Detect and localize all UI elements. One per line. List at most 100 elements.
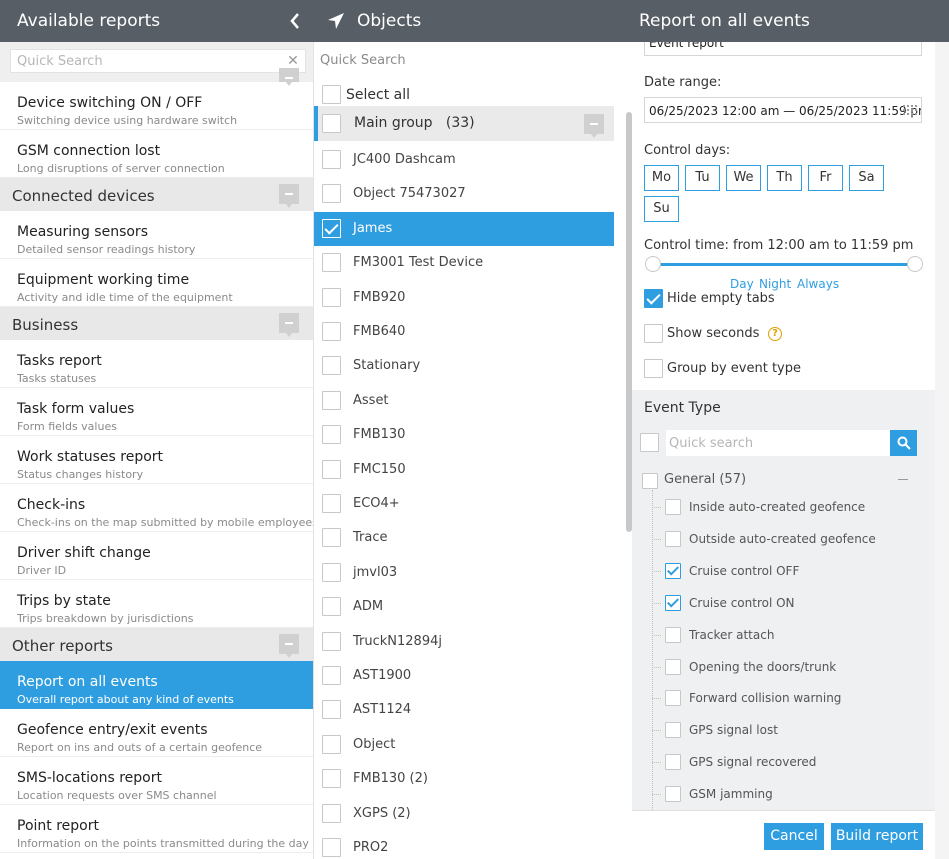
object-checkbox[interactable] [322, 459, 341, 479]
object-checkbox[interactable] [322, 150, 341, 169]
object-checkbox[interactable] [322, 356, 341, 376]
event-type-checkbox[interactable] [665, 594, 681, 611]
report-item[interactable]: Geofence entry/exit events Report on ins … [0, 709, 313, 757]
report-item[interactable]: Report on all events Overall report about… [0, 661, 313, 709]
main-group-row[interactable]: Main group (33) [314, 106, 614, 141]
objects-search-input[interactable]: Quick Search [320, 53, 406, 68]
event-search-button[interactable] [890, 430, 917, 456]
day-toggle[interactable]: Mo [644, 165, 679, 191]
main-group-collapse-icon[interactable] [584, 114, 604, 138]
report-item[interactable]: Device switching ON / OFF Switching devic… [0, 82, 313, 130]
object-row[interactable]: JC400 Dashcam [314, 143, 614, 177]
hide-empty-tabs-checkbox[interactable] [644, 289, 663, 308]
day-toggle[interactable]: Fr [808, 165, 843, 191]
event-type-checkbox[interactable] [665, 499, 681, 515]
object-row[interactable]: ADM [314, 590, 614, 624]
object-row[interactable]: FMC150 [314, 453, 614, 487]
report-item[interactable]: Check-ins Check-ins on the map submitted … [0, 484, 313, 532]
report-group-header[interactable]: Other reports [0, 628, 313, 661]
object-checkbox[interactable] [322, 390, 341, 410]
object-checkbox[interactable] [322, 322, 341, 341]
object-checkbox[interactable] [322, 631, 341, 651]
object-checkbox[interactable] [322, 253, 341, 273]
day-toggle[interactable]: Sa [849, 165, 884, 191]
object-checkbox[interactable] [322, 528, 341, 548]
cancel-button[interactable]: Cancel [764, 823, 824, 850]
group-collapse-icon[interactable] [279, 313, 299, 337]
object-row[interactable]: Stationary [314, 349, 614, 383]
object-row[interactable]: AST1900 [314, 659, 614, 693]
object-checkbox[interactable] [322, 597, 341, 617]
event-type-checkbox[interactable] [665, 786, 681, 803]
day-toggle[interactable]: Su [644, 196, 679, 222]
report-item[interactable]: Tasks report Tasks statuses [0, 340, 313, 388]
object-row[interactable]: James [314, 211, 614, 246]
report-item[interactable]: Trips by state Trips breakdown by jurisdi… [0, 580, 313, 628]
object-checkbox[interactable] [322, 734, 341, 754]
object-checkbox[interactable] [322, 700, 341, 720]
day-toggle[interactable]: Tu [685, 165, 720, 191]
select-all-events-checkbox[interactable] [640, 433, 659, 452]
group-collapse-icon[interactable] [279, 68, 299, 86]
object-checkbox[interactable] [322, 562, 341, 582]
main-group-checkbox[interactable] [322, 114, 341, 133]
report-item[interactable]: Task form values Form fields values [0, 388, 313, 436]
event-type-checkbox[interactable] [665, 530, 681, 547]
event-type-checkbox[interactable] [665, 754, 681, 771]
day-toggle[interactable]: We [726, 165, 761, 191]
group-collapse-icon[interactable] [279, 634, 299, 658]
object-row[interactable]: FMB640 [314, 315, 614, 349]
build-report-button[interactable]: Build report [831, 823, 923, 850]
group-by-event-type-checkbox[interactable] [644, 359, 663, 378]
event-group-collapse-icon[interactable] [898, 479, 908, 480]
object-row[interactable]: Asset [314, 384, 614, 418]
report-item[interactable]: Driver shift change Driver ID [0, 532, 313, 580]
object-checkbox[interactable] [322, 666, 341, 685]
event-group-checkbox[interactable] [642, 472, 658, 489]
object-row[interactable]: Trace [314, 521, 614, 555]
object-row[interactable]: FM3001 Test Device [314, 246, 614, 280]
object-checkbox[interactable] [322, 218, 341, 238]
object-checkbox[interactable] [322, 769, 341, 789]
object-checkbox[interactable] [322, 838, 341, 857]
report-item[interactable]: Work statuses report Status changes histo… [0, 436, 313, 484]
report-item[interactable]: Measuring sensors Detailed sensor reading… [0, 211, 313, 259]
event-type-checkbox[interactable] [665, 658, 681, 675]
event-type-checkbox[interactable] [665, 722, 681, 739]
date-range-field[interactable]: 06/25/2023 12:00 am — 06/25/2023 11:59 p… [644, 97, 922, 123]
select-all-checkbox[interactable] [322, 85, 341, 104]
object-checkbox[interactable] [322, 425, 341, 445]
object-checkbox[interactable] [322, 184, 341, 204]
object-row[interactable]: FMB130 [314, 418, 614, 452]
report-item[interactable]: SMS-locations report Location requests ov… [0, 757, 313, 805]
object-row[interactable]: PRO2 [314, 831, 614, 859]
control-time-slider[interactable] [653, 263, 915, 266]
object-checkbox[interactable] [322, 494, 341, 513]
calendar-icon[interactable] [902, 103, 918, 117]
collapse-panel-icon[interactable] [287, 11, 303, 31]
show-seconds-checkbox[interactable] [644, 324, 663, 343]
object-row[interactable]: TruckN12894j [314, 625, 614, 659]
event-search-input[interactable] [666, 430, 866, 456]
preset-day-link[interactable]: Day [730, 277, 754, 291]
preset-night-link[interactable]: Night [759, 277, 791, 291]
report-item[interactable]: Equipment working time Activity and idle … [0, 259, 313, 307]
reports-search-input[interactable] [11, 50, 271, 73]
object-row[interactable]: Object [314, 728, 614, 762]
object-row[interactable]: ECO4+ [314, 487, 614, 521]
settings-scrollbar[interactable] [935, 42, 949, 859]
report-group-header[interactable]: Business [0, 307, 313, 340]
report-title-field[interactable]: Event report [644, 42, 922, 56]
slider-end-handle[interactable] [907, 256, 923, 272]
event-type-checkbox[interactable] [665, 690, 681, 707]
object-row[interactable]: FMB920 [314, 281, 614, 315]
event-type-checkbox[interactable] [665, 562, 681, 579]
slider-start-handle[interactable] [645, 256, 661, 272]
event-group-general[interactable]: General (57) [642, 470, 746, 489]
object-row[interactable]: jmvl03 [314, 556, 614, 590]
object-row[interactable]: AST1124 [314, 693, 614, 727]
object-row[interactable]: FMB130 (2) [314, 762, 614, 796]
object-checkbox[interactable] [322, 803, 341, 823]
report-group-header[interactable]: Connected devices [0, 178, 313, 211]
event-type-checkbox[interactable] [665, 626, 681, 643]
